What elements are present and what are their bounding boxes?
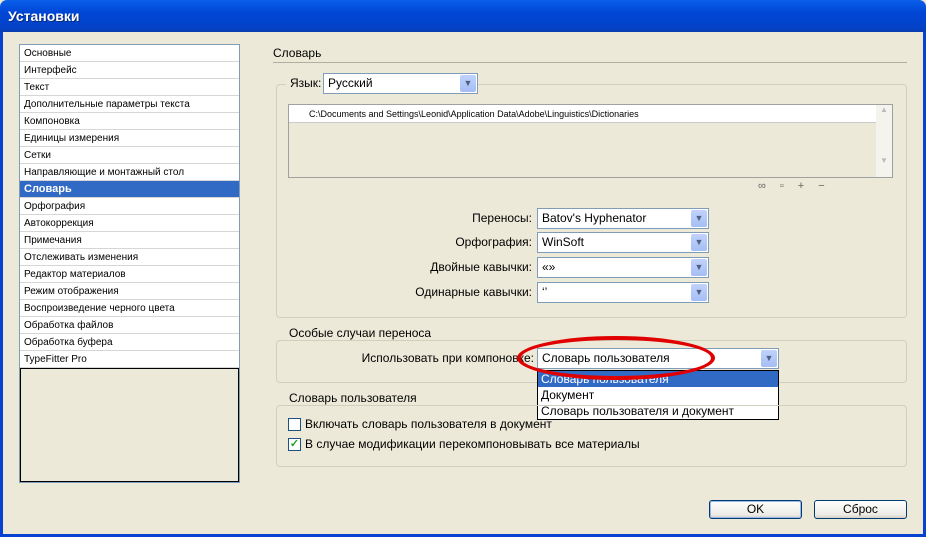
sidebar-item[interactable]: Редактор материалов bbox=[20, 266, 239, 283]
path-item[interactable]: C:\Documents and Settings\Leonid\Applica… bbox=[289, 105, 876, 123]
dictionary-path-list[interactable]: C:\Documents and Settings\Leonid\Applica… bbox=[288, 104, 893, 178]
include-user-dict-checkbox[interactable] bbox=[288, 417, 301, 431]
sidebar-item[interactable]: Примечания bbox=[20, 232, 239, 249]
sidebar-item[interactable]: Обработка буфера bbox=[20, 334, 239, 351]
ok-button[interactable]: OK bbox=[709, 500, 802, 519]
field-select[interactable]: Batov's Hyphenator ▼ bbox=[537, 208, 709, 229]
field-label: Двойные кавычки: bbox=[430, 260, 532, 274]
field-select[interactable]: ‘’ ▼ bbox=[537, 282, 709, 303]
chevron-down-icon[interactable]: ▼ bbox=[691, 210, 707, 227]
sidebar-item[interactable]: Дополнительные параметры текста bbox=[20, 96, 239, 113]
chevron-down-icon[interactable]: ▼ bbox=[460, 75, 476, 92]
recompose-checkbox-row[interactable]: ✓ В случае модификации перекомпоновывать … bbox=[288, 437, 640, 451]
add-icon[interactable]: + bbox=[798, 180, 818, 192]
reset-button[interactable]: Сброс bbox=[814, 500, 907, 519]
sidebar-item[interactable]: Автокоррекция bbox=[20, 215, 239, 232]
user-dictionary-group bbox=[276, 405, 907, 467]
window-title: Установки bbox=[8, 8, 80, 24]
sidebar-item[interactable]: Интерфейс bbox=[20, 62, 239, 79]
checkbox-label: Включать словарь пользователя в документ bbox=[305, 417, 552, 431]
new-list-icon[interactable]: ▫ bbox=[780, 180, 798, 192]
category-list-empty-area bbox=[20, 368, 239, 482]
scrollbar[interactable]: ▲ ▼ bbox=[876, 105, 892, 177]
sidebar-item[interactable]: Отслеживать изменения bbox=[20, 249, 239, 266]
relink-icon[interactable]: ∞ bbox=[758, 180, 780, 192]
chevron-down-icon[interactable]: ▼ bbox=[691, 259, 707, 276]
scroll-up-icon[interactable]: ▲ bbox=[876, 105, 892, 114]
chevron-down-icon[interactable]: ▼ bbox=[691, 284, 707, 301]
sidebar-item[interactable]: Обработка файлов bbox=[20, 317, 239, 334]
select-value: Batov's Hyphenator bbox=[542, 211, 647, 225]
select-value: WinSoft bbox=[542, 235, 585, 249]
sidebar-item[interactable]: Орфография bbox=[20, 198, 239, 215]
recompose-checkbox[interactable]: ✓ bbox=[288, 437, 301, 451]
sidebar-item[interactable]: Словарь bbox=[20, 181, 239, 198]
sidebar-item[interactable]: Единицы измерения bbox=[20, 130, 239, 147]
scroll-down-icon[interactable]: ▼ bbox=[876, 156, 892, 165]
section-title: Словарь bbox=[273, 46, 322, 60]
sidebar-item[interactable]: Режим отображения bbox=[20, 283, 239, 300]
option-document[interactable]: Документ bbox=[538, 387, 778, 403]
sidebar-item[interactable]: Сетки bbox=[20, 147, 239, 164]
field-select[interactable]: WinSoft ▼ bbox=[537, 232, 709, 253]
language-select[interactable]: Русский ▼ bbox=[323, 73, 478, 94]
red-ellipse-annotation bbox=[517, 336, 715, 380]
divider bbox=[273, 62, 907, 63]
hyphen-exceptions-title: Особые случаи переноса bbox=[285, 326, 436, 340]
field-select[interactable]: «» ▼ bbox=[537, 257, 709, 278]
language-label: Язык: bbox=[286, 76, 326, 90]
sidebar-item[interactable]: Направляющие и монтажный стол bbox=[20, 164, 239, 181]
title-bar: Установки bbox=[0, 0, 926, 32]
sidebar-item[interactable]: Текст bbox=[20, 79, 239, 96]
sidebar-item[interactable]: Воспроизведение черного цвета bbox=[20, 300, 239, 317]
sidebar-item[interactable]: Компоновка bbox=[20, 113, 239, 130]
path-toolbar: ∞▫+− bbox=[758, 180, 839, 192]
field-label: Переносы: bbox=[472, 211, 532, 225]
include-user-dict-checkbox-row[interactable]: Включать словарь пользователя в документ bbox=[288, 417, 552, 431]
select-value: «» bbox=[542, 260, 556, 274]
user-dictionary-title: Словарь пользователя bbox=[285, 391, 421, 405]
select-value: ‘’ bbox=[542, 285, 548, 299]
field-label: Одинарные кавычки: bbox=[415, 285, 532, 299]
sidebar-item[interactable]: Основные bbox=[20, 45, 239, 62]
chevron-down-icon[interactable]: ▼ bbox=[691, 234, 707, 251]
chevron-down-icon[interactable]: ▼ bbox=[761, 350, 777, 367]
sidebar-item[interactable]: TypeFitter Pro bbox=[20, 351, 239, 368]
field-label: Орфография: bbox=[455, 235, 532, 249]
checkbox-label: В случае модификации перекомпоновывать в… bbox=[305, 437, 640, 451]
compose-label: Использовать при компоновке: bbox=[361, 351, 534, 365]
remove-icon[interactable]: − bbox=[818, 180, 838, 192]
